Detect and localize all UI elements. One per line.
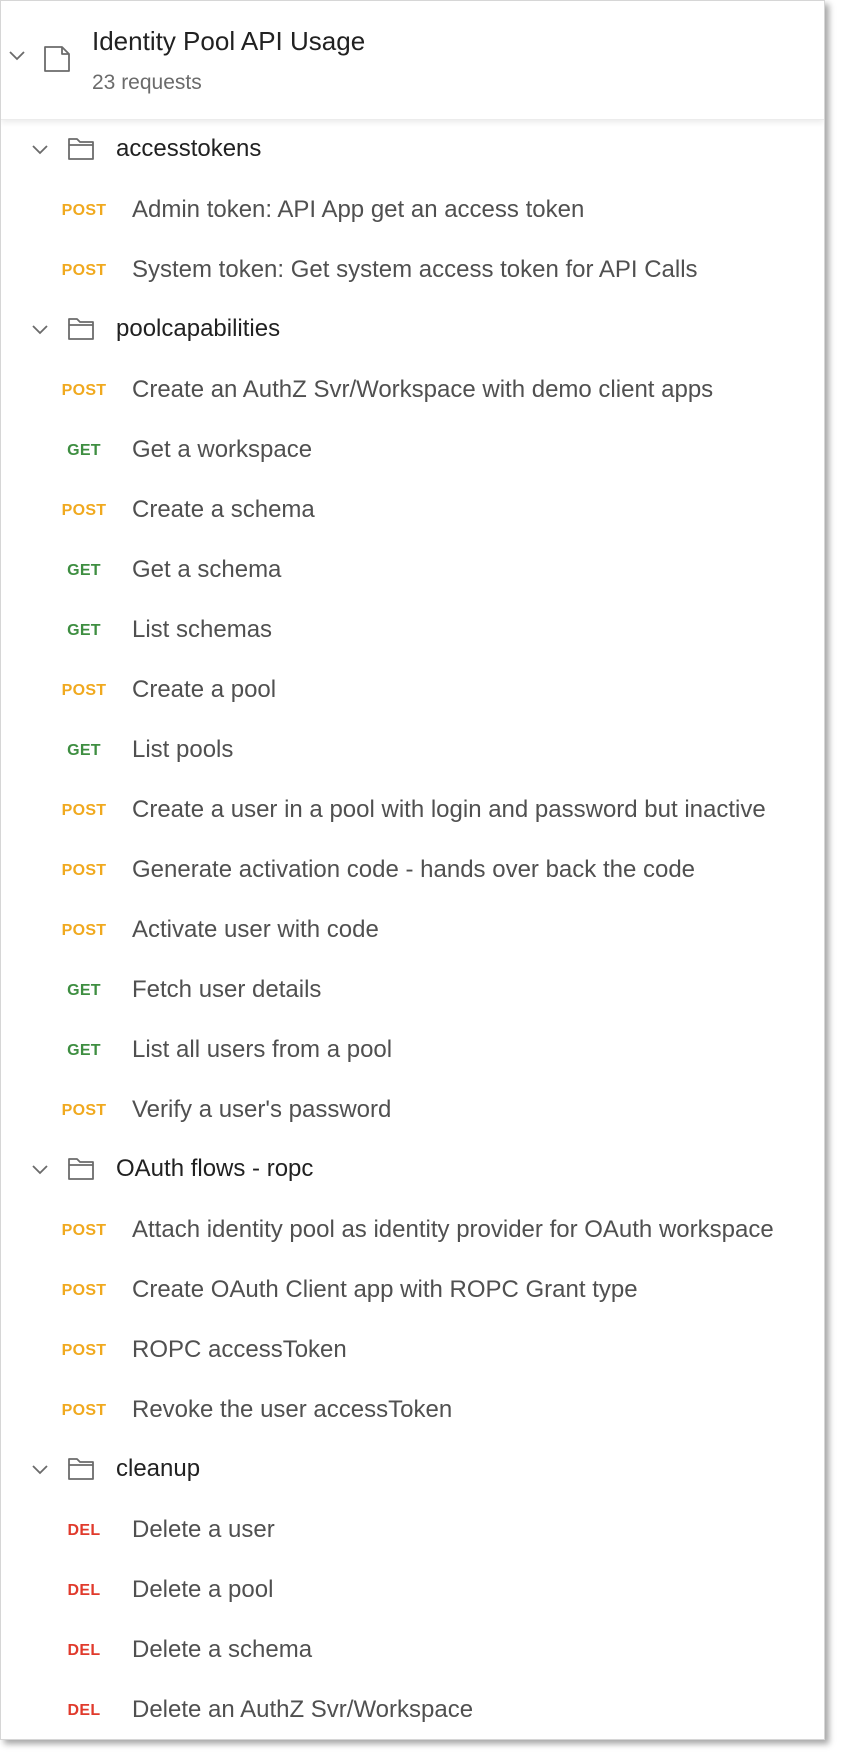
request-item[interactable]: GET Get a schema [1, 540, 824, 600]
request-name: System token: Get system access token fo… [132, 256, 698, 283]
request-name: Delete a pool [132, 1576, 274, 1603]
request-name: Revoke the user accessToken [132, 1396, 453, 1423]
method-badge: POST [61, 502, 107, 519]
request-name: Create OAuth Client app with ROPC Grant … [132, 1276, 638, 1303]
request-name: Delete an AuthZ Svr/Workspace [132, 1696, 474, 1723]
folder-row[interactable]: poolcapabilities [1, 300, 824, 360]
request-item[interactable]: POST System token: Get system access toke… [1, 240, 824, 300]
request-name: Delete a user [132, 1516, 275, 1543]
request-name: Get a schema [132, 556, 282, 583]
chevron-down-icon[interactable] [31, 1464, 49, 1476]
request-name: Get a workspace [132, 436, 313, 463]
collection-tree: accesstokens POST Admin token: API App get… [1, 120, 824, 1739]
method-badge: POST [61, 1402, 107, 1419]
collection-title: Identity Pool API Usage [92, 26, 366, 56]
method-badge: POST [61, 1282, 107, 1299]
method-badge: GET [67, 742, 101, 759]
method-badge: POST [61, 802, 107, 819]
chevron-down-icon[interactable] [31, 324, 49, 336]
request-name: Generate activation code - hands over ba… [132, 856, 696, 883]
folder-icon [67, 1157, 95, 1181]
request-item[interactable]: DEL Delete an AuthZ Svr/Workspace [1, 1680, 824, 1739]
collection-panel: Identity Pool API Usage 23 requests acce… [0, 0, 825, 1740]
request-item[interactable]: GET Fetch user details [1, 960, 824, 1020]
method-badge: POST [61, 1342, 107, 1359]
folder-name: OAuth flows - ropc [116, 1155, 314, 1182]
method-badge: DEL [67, 1702, 101, 1719]
method-badge: POST [61, 262, 107, 279]
request-name: List schemas [132, 616, 273, 643]
method-badge: POST [61, 862, 107, 879]
request-item[interactable]: DEL Delete a pool [1, 1560, 824, 1620]
request-item[interactable]: POST Create OAuth Client app with ROPC Gr… [1, 1260, 824, 1320]
request-name: Create a user in a pool with login and p… [132, 796, 766, 823]
method-badge: GET [67, 1042, 101, 1059]
request-item[interactable]: POST Admin token: API App get an access t… [1, 180, 824, 240]
request-item[interactable]: POST Attach identity pool as identity pro… [1, 1200, 824, 1260]
request-item[interactable]: GET Get a workspace [1, 420, 824, 480]
folder-icon [67, 137, 95, 161]
method-badge: DEL [67, 1582, 101, 1599]
request-item[interactable]: DEL Delete a user [1, 1500, 824, 1560]
request-name: Delete a schema [132, 1636, 313, 1663]
folder-name: cleanup [116, 1455, 201, 1482]
request-name: Admin token: API App get an access token [132, 196, 585, 223]
method-badge: GET [67, 622, 101, 639]
method-badge: POST [61, 202, 107, 219]
request-item[interactable]: POST Create a pool [1, 660, 824, 720]
collection-icon [43, 45, 71, 73]
request-name: Fetch user details [132, 976, 322, 1003]
request-item[interactable]: POST Create a schema [1, 480, 824, 540]
folder-row[interactable]: OAuth flows - ropc [1, 1140, 824, 1200]
folder-row[interactable]: cleanup [1, 1440, 824, 1500]
method-badge: GET [67, 442, 101, 459]
request-item[interactable]: POST Generate activation code - hands ove… [1, 840, 824, 900]
method-badge: DEL [67, 1522, 101, 1539]
method-badge: POST [61, 1102, 107, 1119]
folder-icon [67, 1457, 95, 1481]
request-name: List all users from a pool [132, 1036, 393, 1063]
chevron-down-icon[interactable] [8, 49, 26, 63]
method-badge: POST [61, 1222, 107, 1239]
request-item[interactable]: GET List pools [1, 720, 824, 780]
request-name: Create an AuthZ Svr/Workspace with demo … [132, 376, 714, 403]
folder-icon [67, 317, 95, 341]
method-badge: POST [61, 682, 107, 699]
request-item[interactable]: POST Verify a user's password [1, 1080, 824, 1140]
request-item[interactable]: POST Revoke the user accessToken [1, 1380, 824, 1440]
request-item[interactable]: POST ROPC accessToken [1, 1320, 824, 1380]
request-name: Activate user with code [132, 916, 379, 943]
folder-name: poolcapabilities [116, 315, 281, 342]
request-name: Verify a user's password [132, 1096, 392, 1123]
request-item[interactable]: POST Create a user in a pool with login a… [1, 780, 824, 840]
request-name: List pools [132, 736, 234, 763]
request-item[interactable]: POST Create an AuthZ Svr/Workspace with d… [1, 360, 824, 420]
folder-name: accesstokens [116, 135, 262, 162]
collection-header[interactable]: Identity Pool API Usage 23 requests [1, 1, 824, 120]
request-item[interactable]: DEL Delete a schema [1, 1620, 824, 1680]
request-item[interactable]: POST Activate user with code [1, 900, 824, 960]
request-name: Create a schema [132, 496, 315, 523]
folder-row[interactable]: accesstokens [1, 120, 824, 180]
request-item[interactable]: GET List schemas [1, 600, 824, 660]
collection-request-count: 23 requests [92, 71, 202, 94]
method-badge: DEL [67, 1642, 101, 1659]
request-name: Attach identity pool as identity provide… [132, 1216, 774, 1243]
method-badge: POST [61, 922, 107, 939]
request-item[interactable]: GET List all users from a pool [1, 1020, 824, 1080]
request-name: Create a pool [132, 676, 277, 703]
chevron-down-icon[interactable] [31, 144, 49, 156]
method-badge: GET [67, 982, 101, 999]
request-name: ROPC accessToken [132, 1336, 347, 1363]
method-badge: GET [67, 562, 101, 579]
chevron-down-icon[interactable] [31, 1164, 49, 1176]
method-badge: POST [61, 382, 107, 399]
